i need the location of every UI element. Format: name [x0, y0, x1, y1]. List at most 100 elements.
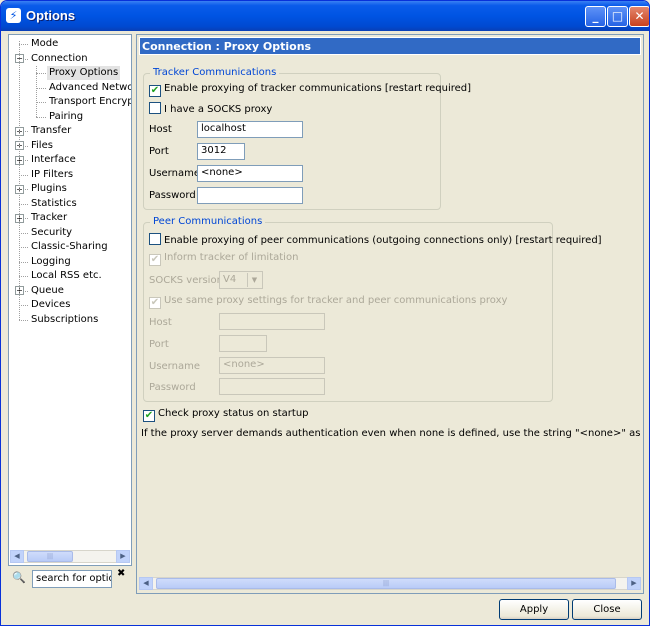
tracker-host-input[interactable]: localhost: [197, 121, 303, 138]
tree-horizontal-scrollbar[interactable]: ◀ ||| ▶: [10, 550, 130, 563]
tree-item-subscriptions[interactable]: Subscriptions: [29, 313, 100, 327]
tree-connector: [19, 261, 28, 263]
tracker-password-label: Password: [149, 190, 196, 201]
peer-enable-label: Enable proxying of peer communications (…: [164, 235, 602, 246]
check-icon[interactable]: ✔: [149, 85, 161, 97]
check-proxy-status-label: Check proxy status on startup: [158, 408, 309, 419]
proxy-info-text: If the proxy server demands authenticati…: [141, 428, 641, 439]
tree-connector: [19, 44, 28, 45]
tree-connector: [19, 319, 28, 321]
peer-password-input[interactable]: [219, 378, 325, 395]
tracker-password-input[interactable]: [197, 187, 303, 204]
peer-host-input[interactable]: [219, 313, 325, 330]
tree-item-transfer[interactable]: Transfer: [29, 124, 73, 138]
tracker-port-input[interactable]: 3012: [197, 143, 245, 160]
tree-connector: [36, 116, 46, 118]
peer-password-label: Password: [149, 382, 196, 393]
app-logo-icon: ⚡: [6, 8, 21, 23]
peer-same-settings-label: Use same proxy settings for tracker and …: [164, 295, 508, 306]
tree-connector: [19, 232, 28, 234]
tree-item-security[interactable]: Security: [29, 226, 74, 240]
tree-connector: [19, 276, 28, 277]
tracker-socks-label: I have a SOCKS proxy: [164, 104, 273, 115]
tree-connector: [19, 247, 28, 248]
tracker-enable-label: Enable proxying of tracker communication…: [164, 83, 472, 94]
tree-item-queue[interactable]: Queue: [29, 284, 66, 298]
tracker-username-input[interactable]: <none>: [197, 165, 303, 182]
tree-item-pairing[interactable]: Pairing: [47, 110, 85, 124]
maximize-button[interactable]: □: [607, 6, 628, 27]
tree-item-ip-filters[interactable]: IP Filters: [29, 168, 75, 182]
tree-item-transport-encryption[interactable]: Transport Encryption: [47, 95, 131, 109]
tree-connector: [36, 87, 46, 89]
socks-version-value: V4: [223, 274, 237, 285]
scroll-left-icon[interactable]: ◀: [10, 550, 24, 563]
window-title: Options: [26, 8, 76, 23]
tree-item-tracker[interactable]: Tracker: [29, 211, 69, 225]
tracker-enable-checkbox[interactable]: ✔ Enable proxying of tracker communicatio…: [149, 83, 471, 97]
peer-inform-label: Inform tracker of limitation: [164, 252, 299, 263]
tree-item-interface[interactable]: Interface: [29, 153, 78, 167]
peer-inform-checkbox[interactable]: ✔ Inform tracker of limitation: [149, 252, 298, 266]
tree-item-connection[interactable]: Connection: [29, 52, 90, 66]
peer-username-label: Username: [149, 361, 200, 372]
apply-button[interactable]: Apply: [499, 599, 569, 620]
content-horizontal-scrollbar[interactable]: ◀ ||| ▶: [139, 577, 641, 590]
peer-host-label: Host: [149, 317, 172, 328]
tree-item-plugins[interactable]: Plugins: [29, 182, 69, 196]
check-icon[interactable]: ✔: [149, 254, 161, 266]
tree-connector: [19, 174, 28, 176]
tracker-host-label: Host: [149, 124, 172, 135]
tree-item-advanced-network[interactable]: Advanced Network: [47, 81, 131, 95]
tree-connector: [36, 66, 37, 117]
chevron-down-icon[interactable]: ▼: [247, 273, 261, 287]
peer-same-settings-checkbox[interactable]: ✔ Use same proxy settings for tracker and…: [149, 295, 507, 309]
tree-item-statistics[interactable]: Statistics: [29, 197, 79, 211]
check-icon[interactable]: [149, 102, 161, 114]
tree-item-devices[interactable]: Devices: [29, 298, 72, 312]
options-window: ⚡ Options _ □ ✕ Mode − Connection Proxy Opt…: [0, 0, 650, 626]
peer-port-label: Port: [149, 339, 169, 350]
check-icon[interactable]: ✔: [143, 410, 155, 422]
peer-enable-checkbox[interactable]: Enable proxying of peer communications (…: [149, 233, 602, 246]
tree-connector: [19, 305, 28, 306]
peer-communications-group: Peer Communications: [143, 216, 553, 402]
tree-connector: [36, 102, 46, 103]
tree-item-mode[interactable]: Mode: [29, 37, 60, 51]
check-icon[interactable]: ✔: [149, 297, 161, 309]
options-tree: Mode − Connection Proxy Options Advanced Net…: [8, 34, 132, 566]
search-input[interactable]: search for option: [32, 570, 112, 588]
scroll-right-icon[interactable]: ▶: [627, 577, 641, 590]
minimize-button[interactable]: _: [585, 6, 606, 27]
scroll-right-icon[interactable]: ▶: [116, 550, 130, 563]
tree-item-local-rss-etc[interactable]: Local RSS etc.: [29, 269, 104, 283]
options-content: Connection : Proxy Options Tracker Commu…: [136, 34, 644, 594]
content-scroll-thumb[interactable]: |||: [156, 578, 616, 589]
tree-item-classic-sharing[interactable]: Classic-Sharing: [29, 240, 110, 254]
tree-connector: [19, 203, 28, 205]
scroll-left-icon[interactable]: ◀: [139, 577, 153, 590]
socks-version-label: SOCKS version: [149, 275, 223, 286]
tree-item-logging[interactable]: Logging: [29, 255, 73, 269]
socks-version-select[interactable]: V4 ▼: [219, 271, 263, 289]
tracker-socks-checkbox[interactable]: I have a SOCKS proxy: [149, 102, 272, 115]
peer-port-input[interactable]: [219, 335, 267, 352]
tracker-group-legend: Tracker Communications: [150, 67, 280, 78]
peer-username-input[interactable]: <none>: [219, 357, 325, 374]
check-proxy-status-checkbox[interactable]: ✔ Check proxy status on startup: [143, 408, 309, 422]
tree-scroll-thumb[interactable]: |||: [27, 551, 73, 562]
check-icon[interactable]: [149, 233, 161, 245]
search-icon: 🔍: [12, 571, 26, 584]
title-bar[interactable]: ⚡ Options _ □ ✕: [1, 1, 649, 31]
tracker-port-label: Port: [149, 146, 169, 157]
section-title: Connection : Proxy Options: [139, 37, 641, 55]
tree-connector: [19, 41, 20, 320]
tree-item-proxy-options[interactable]: Proxy Options: [47, 66, 121, 80]
close-button[interactable]: Close: [572, 599, 642, 620]
tree-item-files[interactable]: Files: [29, 139, 55, 153]
tracker-username-label: Username: [149, 168, 200, 179]
close-window-button[interactable]: ✕: [629, 6, 649, 27]
clear-search-icon[interactable]: ✖: [117, 568, 125, 579]
tree-connector: [36, 73, 46, 74]
peer-group-legend: Peer Communications: [150, 216, 266, 227]
